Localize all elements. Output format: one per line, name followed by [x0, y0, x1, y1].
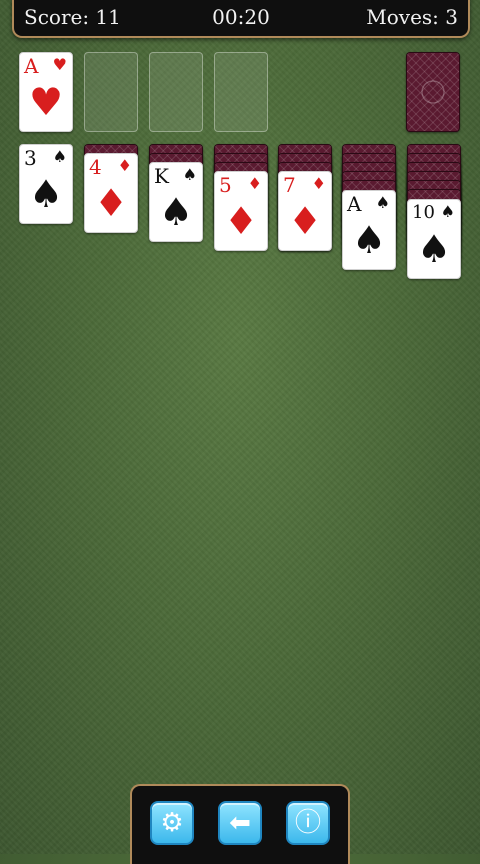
diamond-icon: ♦ [93, 181, 129, 225]
heart-icon: ♥ [52, 55, 67, 74]
tableau-card-3-spades[interactable]: 3 ♠ ♠ [19, 144, 73, 224]
card-rank: 10 [412, 202, 435, 223]
tableau-card-10-spades[interactable]: 10 ♠ ♠ [407, 199, 461, 279]
foundation-card-ace-hearts[interactable]: A ♥ ♥ [19, 52, 73, 132]
card-rank: 3 [24, 146, 37, 170]
tableau-card-7-diamonds[interactable]: 7 ♦ ♦ [278, 171, 332, 251]
info-icon: ⓘ [294, 808, 321, 838]
spade-icon: ♠ [440, 202, 455, 221]
spade-icon: ♠ [158, 190, 194, 234]
status-bar: Score: 11 00:20 Moves: 3 [12, 0, 470, 38]
spade-icon: ♠ [416, 227, 452, 271]
bottom-toolbar: ⚙ ⬅ ⓘ [130, 784, 350, 864]
card-rank: 4 [89, 155, 102, 179]
heart-icon: ♥ [28, 80, 64, 124]
foundation-slot-2[interactable] [84, 52, 138, 132]
foundation-slot-3[interactable] [149, 52, 203, 132]
card-rank: 7 [283, 173, 296, 197]
diamond-icon: ♦ [311, 174, 326, 193]
card-rank: A [24, 54, 39, 78]
diamond-icon: ♦ [117, 156, 132, 175]
info-button[interactable]: ⓘ [286, 801, 330, 845]
moves-label: Moves: 3 [366, 5, 458, 29]
card-rank: A [347, 192, 362, 216]
foundation-slot-4[interactable] [214, 52, 268, 132]
card-rank: K [154, 164, 169, 188]
gear-icon: ⚙ [160, 808, 184, 838]
card-rank: 5 [219, 173, 232, 197]
settings-button[interactable]: ⚙ [150, 801, 194, 845]
diamond-icon: ♦ [287, 199, 323, 243]
spade-icon: ♠ [375, 193, 390, 212]
spade-icon: ♠ [182, 165, 197, 184]
undo-button[interactable]: ⬅ [218, 801, 262, 845]
tableau-card-ace-spades[interactable]: A ♠ ♠ [342, 190, 396, 270]
spade-icon: ♠ [351, 218, 387, 262]
tableau-card-4-diamonds[interactable]: 4 ♦ ♦ [84, 153, 138, 233]
diamond-icon: ♦ [247, 174, 262, 193]
arrow-left-icon: ⬅ [229, 808, 251, 838]
spade-icon: ♠ [28, 172, 64, 216]
tableau-card-king-spades[interactable]: K ♠ ♠ [149, 162, 203, 242]
tableau-card-5-diamonds[interactable]: 5 ♦ ♦ [214, 171, 268, 251]
stock-pile[interactable] [406, 52, 460, 132]
spade-icon: ♠ [52, 147, 67, 166]
diamond-icon: ♦ [223, 199, 259, 243]
